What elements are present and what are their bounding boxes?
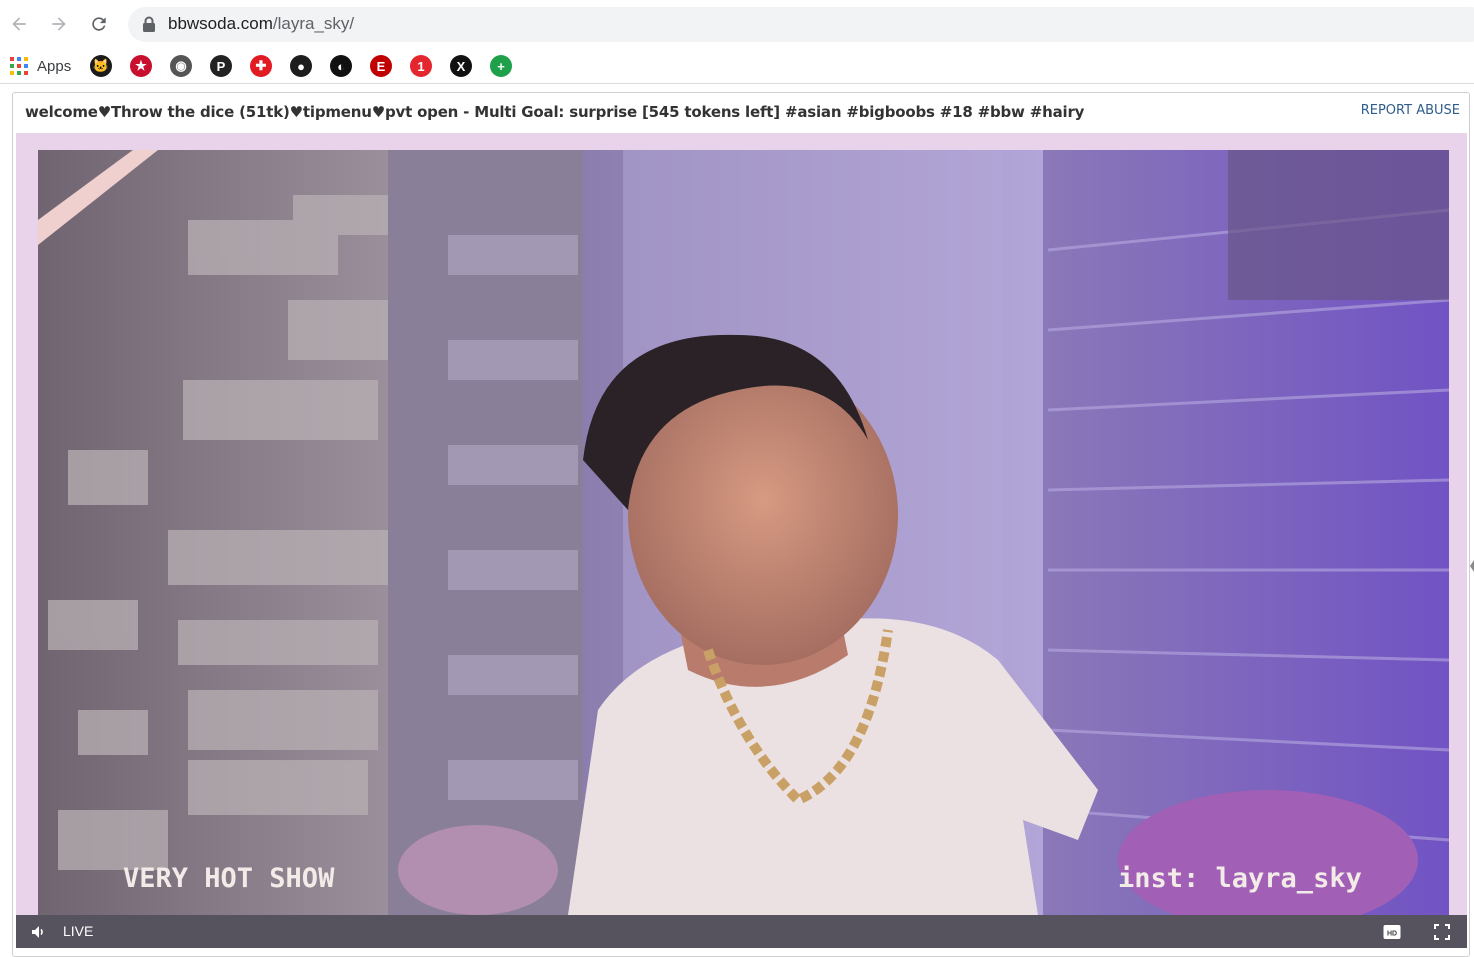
arrow-right-icon [52,17,66,31]
bookmark-p-icon[interactable]: P [210,55,232,77]
scroll-arrow-icon[interactable] [1470,560,1474,572]
bookmark-cat-icon[interactable]: 🐱 [90,55,112,77]
bookmark-one-glyph: 1 [417,58,425,74]
hd-label: HD [1387,931,1397,938]
reload-button[interactable] [87,12,111,36]
bookmark-plus-glyph: + [497,58,505,74]
lock-icon [143,16,155,32]
bookmark-cross-glyph: ✚ [255,58,267,73]
bookmark-p-glyph: P [216,58,226,74]
overlay-left-label: VERY HOT SHOW [123,863,335,894]
apps-grid-icon [10,57,28,75]
apps-shortcut[interactable]: Apps [10,56,71,76]
bookmark-star-glyph: ★ [135,58,147,73]
room-subject: welcome♥Throw the dice (51tk)♥tipmenu♥pv… [25,103,1085,121]
video-frame [38,150,1449,915]
video-player[interactable]: VERY HOT SHOW inst: layra_sky [38,150,1449,915]
bookmark-e-icon[interactable]: E [370,55,392,77]
live-label: LIVE [63,923,94,939]
url-host: bbwsoda.com [168,14,273,33]
bookmark-round-glyph: ◐ [337,58,345,74]
bookmark-cross-icon[interactable]: ✚ [250,55,272,77]
url-text: bbwsoda.com/layra_sky/ [168,14,354,34]
fullscreen-icon[interactable] [1433,923,1451,941]
bookmark-circle-glyph: ● [297,58,305,74]
overlay-right-label: inst: layra_sky [1118,863,1362,894]
hd-quality-icon[interactable]: HD [1383,923,1401,941]
bookmark-round-icon[interactable]: ◐ [330,55,352,77]
browser-toolbar: bbwsoda.com/layra_sky/ [0,0,1474,48]
bookmark-e-glyph: E [376,58,386,74]
apps-label: Apps [37,57,72,75]
report-abuse-link[interactable]: REPORT ABUSE [1361,103,1460,118]
player-control-bar [16,915,1467,948]
overlay-right-text: inst: layra_sky [1118,863,1362,894]
reload-icon [92,17,106,31]
bookmark-circle-icon[interactable]: ● [290,55,312,77]
address-bar[interactable]: bbwsoda.com/layra_sky/ [128,7,1474,42]
volume-icon[interactable] [30,923,48,941]
arrow-left-icon [12,17,26,31]
bookmark-plus-icon[interactable]: + [490,55,512,77]
forward-button[interactable] [47,12,71,36]
bookmark-star-icon[interactable]: ★ [130,55,152,77]
bookmark-x-glyph: X [456,58,466,74]
bookmark-globe-icon[interactable]: ◉ [170,55,192,77]
url-path: /layra_sky/ [272,14,355,33]
back-button[interactable] [7,12,31,36]
bookmark-globe-glyph: ◉ [175,58,187,73]
bookmark-cat-glyph: 🐱 [92,58,110,73]
bookmark-x-icon[interactable]: X [450,55,472,77]
overlay-left-text: VERY HOT SHOW [123,863,335,894]
bookmark-one-icon[interactable]: 1 [410,55,432,77]
